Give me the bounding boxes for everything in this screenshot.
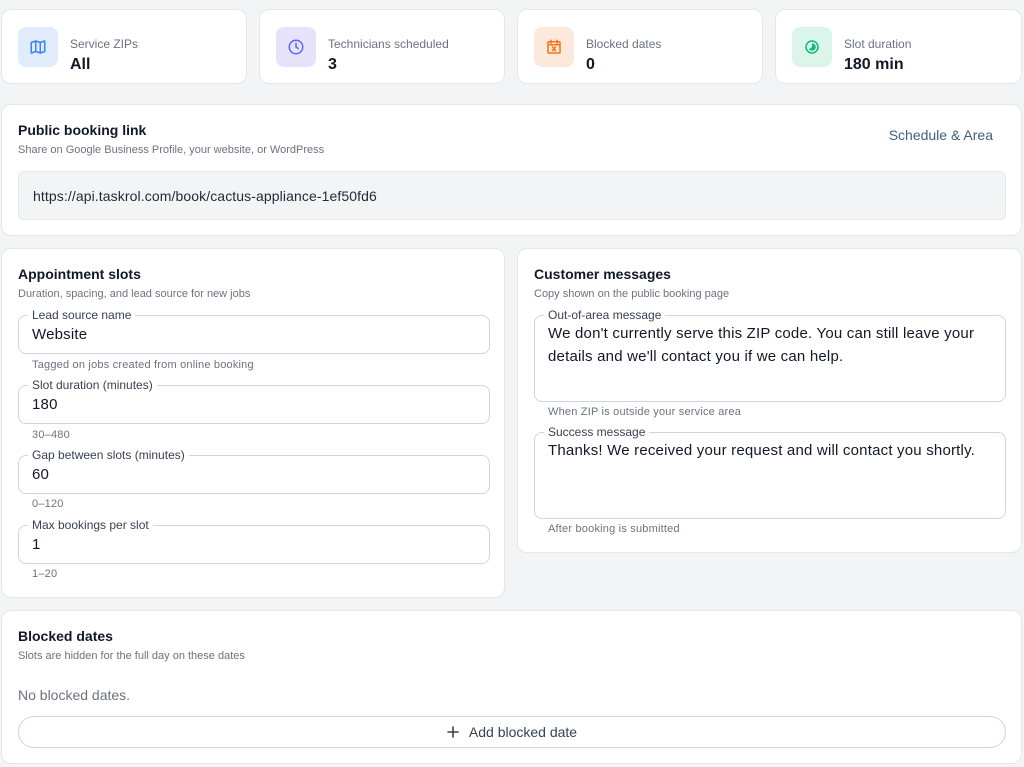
- max-bookings-field[interactable]: Max bookings per slot 1: [18, 517, 490, 564]
- slot-duration-field[interactable]: Slot duration (minutes) 180: [18, 377, 490, 424]
- timer-icon: [792, 27, 832, 67]
- blocked-dates-card: Blocked dates Slots are hidden for the f…: [1, 610, 1022, 764]
- stat-label: Service ZIPs: [70, 37, 139, 51]
- field-label: Gap between slots (minutes): [28, 447, 189, 463]
- section-subtitle: Slots are hidden for the full day on the…: [18, 650, 245, 662]
- lead-source-field[interactable]: Lead source name Website: [18, 307, 490, 354]
- appointment-slots-card: Appointment slots Duration, spacing, and…: [1, 248, 505, 598]
- stat-value: 3: [328, 56, 337, 73]
- customer-messages-card: Customer messages Copy shown on the publ…: [517, 248, 1022, 553]
- section-subtitle: Copy shown on the public booking page: [534, 288, 730, 300]
- section-subtitle: Duration, spacing, and lead source for n…: [18, 288, 251, 300]
- stat-card-service-zips: Service ZIPs All: [1, 9, 247, 84]
- stat-value: 0: [586, 56, 595, 73]
- booking-url-field[interactable]: https://api.taskrol.com/book/cactus-appl…: [18, 171, 1006, 220]
- stat-card-blocked-dates: Blocked dates 0: [517, 9, 763, 84]
- schedule-area-link[interactable]: Schedule & Area: [889, 127, 993, 143]
- stat-card-slot-duration: Slot duration 180 min: [775, 9, 1022, 84]
- stat-label: Slot duration: [844, 37, 912, 51]
- field-helper: When ZIP is outside your service area: [548, 406, 742, 418]
- section-title: Blocked dates: [18, 628, 113, 644]
- field-value: Website: [32, 326, 88, 343]
- field-label: Success message: [544, 424, 650, 440]
- field-value: 180: [32, 396, 58, 413]
- section-title: Appointment slots: [18, 266, 141, 282]
- section-title: Customer messages: [534, 266, 671, 282]
- stat-value: All: [70, 56, 91, 73]
- success-message-field[interactable]: Success message Thanks! We received your…: [534, 424, 1006, 519]
- field-helper: 0–120: [32, 498, 64, 510]
- booking-url: https://api.taskrol.com/book/cactus-appl…: [33, 188, 377, 204]
- calendar-x-icon: [534, 27, 574, 67]
- clock-icon: [276, 27, 316, 67]
- field-helper: After booking is submitted: [548, 523, 680, 535]
- out-of-area-message-field[interactable]: Out-of-area message We don't currently s…: [534, 307, 1006, 402]
- stat-value: 180 min: [844, 56, 904, 73]
- stat-label: Technicians scheduled: [328, 37, 449, 51]
- field-helper: 30–480: [32, 429, 70, 441]
- field-label: Out-of-area message: [544, 307, 666, 323]
- section-subtitle: Share on Google Business Profile, your w…: [18, 144, 325, 156]
- field-helper: Tagged on jobs created from online booki…: [32, 359, 254, 371]
- field-value: We don't currently serve this ZIP code. …: [548, 325, 975, 365]
- field-label: Lead source name: [28, 307, 136, 323]
- field-helper: 1–20: [32, 568, 58, 580]
- field-label: Slot duration (minutes): [28, 377, 157, 393]
- empty-state-text: No blocked dates.: [18, 687, 131, 703]
- booking-link-card: Public booking link Share on Google Busi…: [1, 104, 1022, 236]
- stat-label: Blocked dates: [586, 37, 662, 51]
- field-value: Thanks! We received your request and wil…: [548, 442, 976, 459]
- field-value: 1: [32, 536, 41, 553]
- field-label: Max bookings per slot: [28, 517, 153, 533]
- add-blocked-date-button[interactable]: Add blocked date: [18, 716, 1006, 748]
- map-icon: [18, 27, 58, 67]
- field-value: 60: [32, 466, 50, 483]
- slot-gap-field[interactable]: Gap between slots (minutes) 60: [18, 447, 490, 494]
- add-blocked-date-label: Add blocked date: [468, 724, 578, 740]
- stat-card-technicians: Technicians scheduled 3: [259, 9, 505, 84]
- section-title: Public booking link: [18, 122, 147, 138]
- plus-icon: [447, 726, 459, 738]
